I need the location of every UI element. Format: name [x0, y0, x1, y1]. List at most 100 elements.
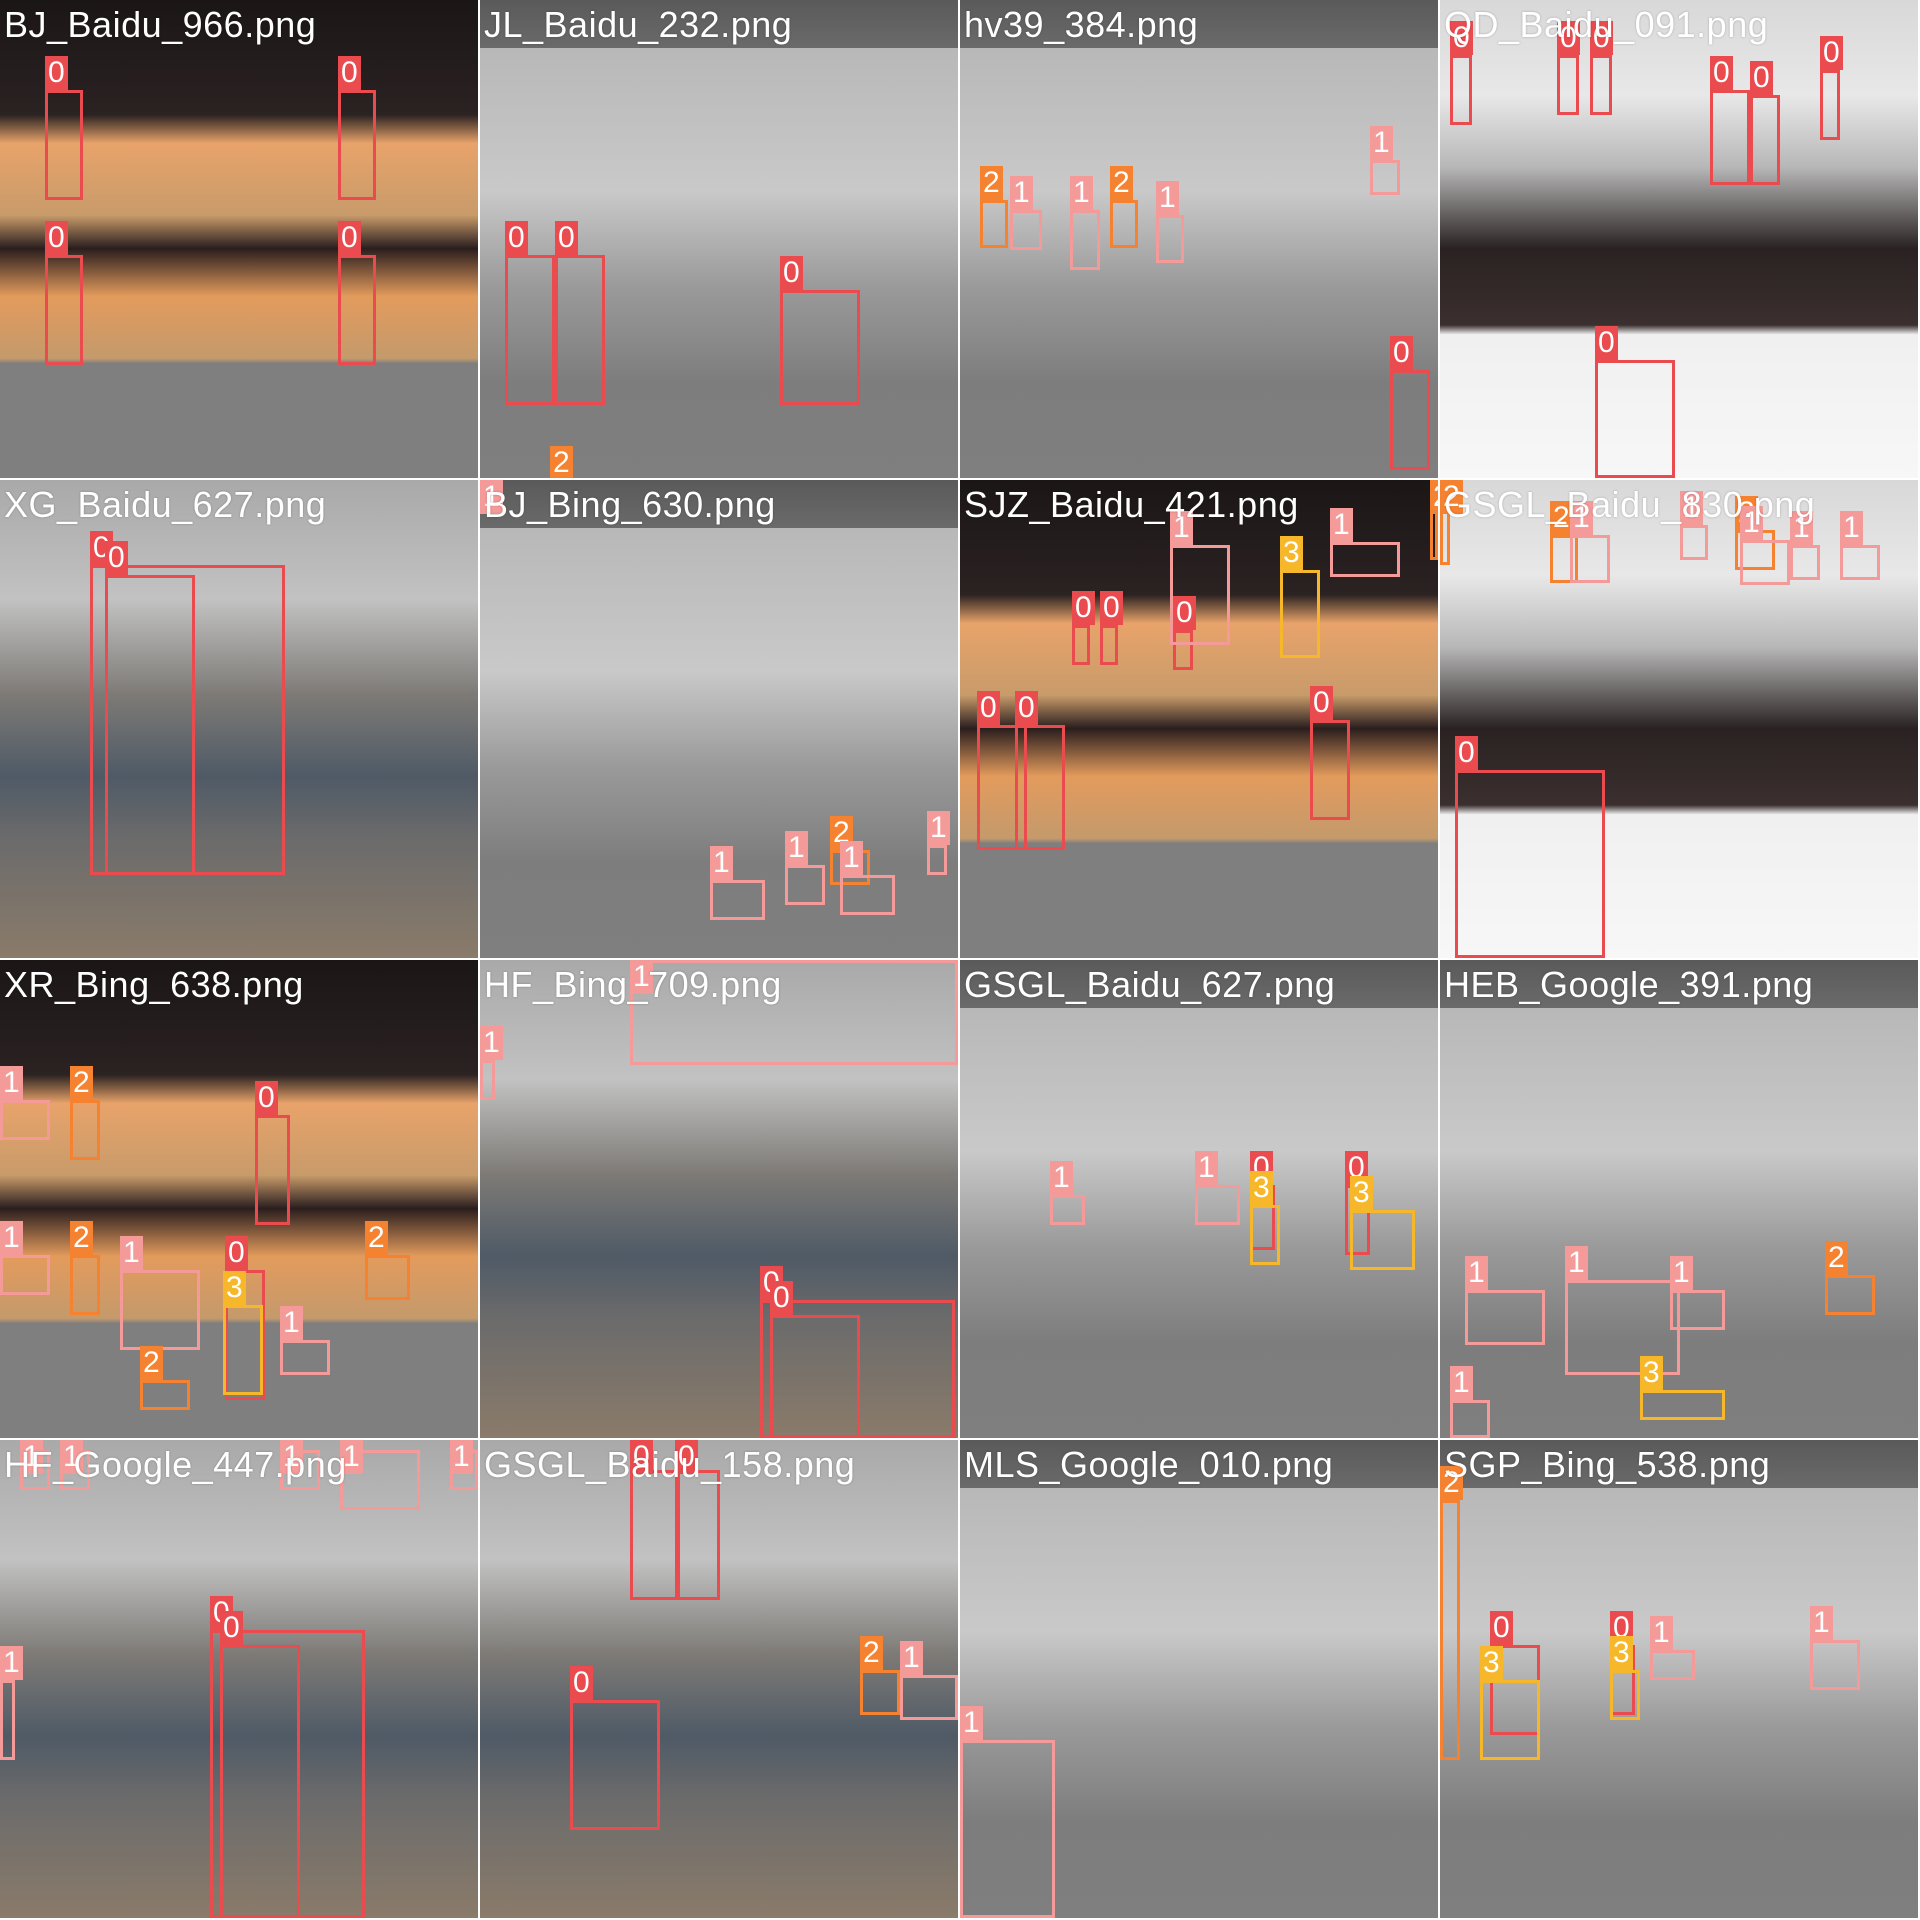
- bbox-class-2: [1110, 200, 1138, 248]
- bbox-class-1: [1195, 1185, 1240, 1225]
- bbox-class-0: [770, 1315, 860, 1438]
- tile-image: [480, 0, 958, 478]
- bbox-class-2: [1430, 510, 1438, 560]
- bbox-class-1: [1450, 1400, 1490, 1438]
- bbox-class-label: 1: [710, 846, 733, 880]
- bbox-class-label: 1: [1565, 1246, 1588, 1280]
- bbox-class-1: [0, 1680, 15, 1760]
- bbox-class-label: 2: [140, 1346, 163, 1380]
- bbox-class-1: [1840, 545, 1880, 580]
- bbox-class-2: [1825, 1275, 1875, 1315]
- bbox-class-label: 0: [570, 1666, 593, 1700]
- bbox-class-1: [1170, 545, 1230, 645]
- bbox-class-label: 0: [338, 56, 361, 90]
- mosaic-tile: BJ_Bing_630.png 1 1 1 2 1 1: [480, 480, 958, 958]
- bbox-class-label: 2: [860, 1636, 883, 1670]
- bbox-class-1: [900, 1675, 958, 1720]
- bbox-class-0: [1820, 70, 1840, 140]
- mosaic-tile: SGP_Bing_538.png 2 0 3 0 3 1 1: [1440, 1440, 1918, 1918]
- mosaic-grid: BJ_Baidu_966.png 0 0 0 0 JL_Baidu_232.png 0 0 0 2…: [0, 0, 1920, 1920]
- bbox-class-0: [1750, 95, 1780, 185]
- bbox-class-0: [1390, 370, 1430, 470]
- bbox-class-label: 1: [1650, 1616, 1673, 1650]
- bbox-class-label: 1: [1465, 1256, 1488, 1290]
- bbox-class-label: 3: [1480, 1646, 1503, 1680]
- bbox-class-label: 1: [1670, 1256, 1693, 1290]
- bbox-class-0: [45, 90, 83, 200]
- bbox-class-label: 2: [70, 1221, 93, 1255]
- bbox-class-label: 1: [0, 1221, 23, 1255]
- bbox-class-label: 1: [0, 1066, 23, 1100]
- bbox-class-0: [1450, 55, 1472, 125]
- bbox-class-2: [140, 1380, 190, 1410]
- bbox-class-2: [70, 1255, 100, 1315]
- tile-image: [0, 0, 478, 478]
- bbox-class-label: 0: [1015, 691, 1038, 725]
- tile-filename: XR_Bing_638.png: [4, 964, 304, 1005]
- bbox-class-label: 3: [1280, 536, 1303, 570]
- mosaic-tile: HEB_Google_391.png 1 1 1 2 3 1: [1440, 960, 1918, 1438]
- bbox-class-1: [1010, 210, 1042, 250]
- bbox-class-3: [1280, 570, 1320, 658]
- bbox-class-2: [1440, 1500, 1460, 1760]
- bbox-class-0: [45, 255, 83, 365]
- bbox-class-label: 3: [1640, 1356, 1663, 1390]
- tile-filename: BJ_Baidu_966.png: [4, 4, 317, 45]
- tile-filename: hv39_384.png: [964, 4, 1199, 45]
- tile-filename: QD_Baidu_091.png: [1444, 4, 1769, 45]
- bbox-class-1: [1790, 545, 1820, 580]
- bbox-class-1: [480, 1060, 495, 1100]
- bbox-class-0: [1595, 360, 1675, 478]
- bbox-class-label: 1: [900, 1641, 923, 1675]
- bbox-class-label: 1: [1840, 511, 1863, 545]
- bbox-class-0: [1015, 725, 1065, 850]
- bbox-class-0: [1557, 55, 1579, 115]
- tile-filename: GSGL_Baidu_627.png: [964, 964, 1336, 1005]
- bbox-class-3: [223, 1305, 263, 1395]
- bbox-class-3: [1350, 1210, 1415, 1270]
- bbox-class-label: 1: [840, 841, 863, 875]
- bbox-class-label: 2: [1825, 1241, 1848, 1275]
- bbox-class-label: 1: [1370, 126, 1393, 160]
- bbox-class-label: 2: [980, 166, 1003, 200]
- bbox-class-1: [120, 1270, 200, 1350]
- bbox-class-label: 0: [1390, 336, 1413, 370]
- bbox-class-label: 0: [1710, 56, 1733, 90]
- tile-filename: MLS_Google_010.png: [964, 1444, 1334, 1485]
- bbox-class-label: 2: [1110, 166, 1133, 200]
- bbox-class-0: [1710, 90, 1750, 185]
- bbox-class-label: 2: [550, 446, 573, 478]
- bbox-class-1: [0, 1255, 50, 1295]
- tile-filename: GSGL_Baidu_158.png: [484, 1444, 856, 1485]
- bbox-class-1: [1070, 210, 1100, 270]
- bbox-class-label: 1: [927, 811, 950, 845]
- bbox-class-label: 1: [785, 831, 808, 865]
- bbox-class-label: 2: [70, 1066, 93, 1100]
- bbox-class-0: [255, 1115, 290, 1225]
- bbox-class-1: [280, 1340, 330, 1375]
- mosaic-tile: GSGL_Baidu_830.png221121110: [1440, 480, 1918, 958]
- bbox-class-label: 1: [1450, 1366, 1473, 1400]
- mosaic-tile: SJZ_Baidu_421.png0001310002: [960, 480, 1438, 958]
- bbox-class-label: 3: [1610, 1636, 1633, 1670]
- mosaic-tile: JL_Baidu_232.png 0 0 0 2: [480, 0, 958, 478]
- bbox-class-1: [1740, 540, 1790, 585]
- tile-filename: SGP_Bing_538.png: [1444, 1444, 1771, 1485]
- bbox-class-0: [338, 90, 376, 200]
- bbox-class-label: 2: [1430, 480, 1438, 514]
- bbox-class-label: 0: [1173, 596, 1196, 630]
- bbox-class-1: [1650, 1650, 1695, 1680]
- bbox-class-1: [1670, 1290, 1725, 1330]
- bbox-class-1: [0, 1100, 50, 1140]
- bbox-class-0: [505, 255, 555, 405]
- tile-filename: HF_Google_447.png: [4, 1444, 347, 1485]
- bbox-class-label: 0: [45, 221, 68, 255]
- bbox-class-label: 1: [280, 1306, 303, 1340]
- bbox-class-label: 0: [770, 1281, 793, 1315]
- tile-filename: XG_Baidu_627.png: [4, 484, 327, 525]
- tile-image: [1440, 0, 1918, 478]
- bbox-class-label: 1: [1010, 176, 1033, 210]
- bbox-class-1: [785, 865, 825, 905]
- bbox-class-label: 0: [255, 1081, 278, 1115]
- mosaic-tile: MLS_Google_010.png 1: [960, 1440, 1438, 1918]
